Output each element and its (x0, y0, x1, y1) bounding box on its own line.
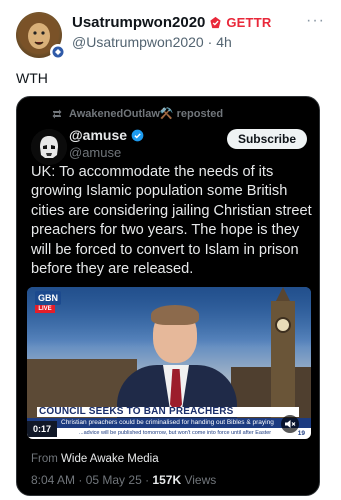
quoted-post-text: UK: To accommodate the needs of its grow… (31, 164, 312, 278)
video-headline: COUNCIL SEEKS TO BAN PREACHERS (39, 406, 234, 417)
video-presenter (117, 305, 237, 425)
author-avatar[interactable] (16, 12, 66, 60)
speaker-muted-icon (285, 420, 296, 428)
channel-logo: GBN (35, 291, 61, 305)
gettr-badge-label: GETTR (226, 15, 272, 30)
quoted-author-display-name[interactable]: @amuse (69, 127, 127, 143)
source-prefix: From (31, 453, 62, 465)
repost-indicator: AwakenedOutlaw⚒️ reposted (51, 107, 223, 120)
meta-separator-1: · (75, 473, 86, 487)
presenter-hair (151, 305, 199, 325)
video-player[interactable]: GBN LIVE COUNCIL SEEKS TO BAN PREACHERS … (27, 287, 311, 439)
post-text: WTH (16, 70, 48, 86)
live-badge: LIVE (35, 305, 55, 313)
subscribe-button[interactable]: Subscribe (226, 129, 307, 149)
video-ticker-secondary-text: ...advice will be published tomorrow, bu… (79, 430, 272, 436)
quoted-post-card[interactable]: AwakenedOutlaw⚒️ reposted @amuse @amuse … (16, 96, 320, 496)
author-name-row: Usatrumpwon2020 GETTR (72, 14, 271, 31)
quoted-author-avatar[interactable] (31, 129, 67, 165)
views-label: Views (181, 473, 217, 487)
author-display-name[interactable]: Usatrumpwon2020 (72, 14, 205, 31)
video-source-row: From Wide Awake Media (31, 453, 159, 465)
reposted-by-text[interactable]: AwakenedOutlaw⚒️ reposted (69, 107, 223, 120)
repost-icon (52, 109, 62, 118)
post-header: Usatrumpwon2020 GETTR @Usatrumpwon2020 ·… (16, 12, 331, 62)
video-elapsed-time: 0:17 (27, 421, 57, 437)
quoted-author-handle[interactable]: @amuse (69, 145, 121, 160)
video-ticker-text: Christian preachers could be criminalise… (61, 419, 274, 426)
source-name[interactable]: Wide Awake Media (61, 453, 159, 465)
video-clock-text: 19 (297, 430, 305, 437)
gettr-verified-icon (210, 16, 221, 29)
stormtrooper-avatar-icon (31, 129, 67, 165)
more-horizontal-icon[interactable]: ··· (306, 12, 325, 30)
handle-separator: · (203, 34, 217, 50)
avatar-badge-icon (50, 44, 66, 60)
post-time[interactable]: 8:04 AM (31, 473, 75, 487)
author-handle[interactable]: @Usatrumpwon2020 (72, 34, 204, 50)
post-date[interactable]: 05 May 25 (86, 473, 142, 487)
post-meta-row: 8:04 AM · 05 May 25 · 157K Views (31, 473, 216, 487)
quoted-author-name-row: @amuse (69, 127, 144, 143)
author-handle-row: @Usatrumpwon2020 · 4h (72, 34, 232, 50)
verified-badge-icon (131, 129, 144, 141)
mute-button[interactable] (281, 415, 299, 433)
views-count[interactable]: 157K (152, 473, 181, 487)
video-bigben-clock (275, 317, 291, 333)
post-age[interactable]: 4h (216, 34, 232, 50)
meta-separator-2: · (141, 473, 153, 487)
